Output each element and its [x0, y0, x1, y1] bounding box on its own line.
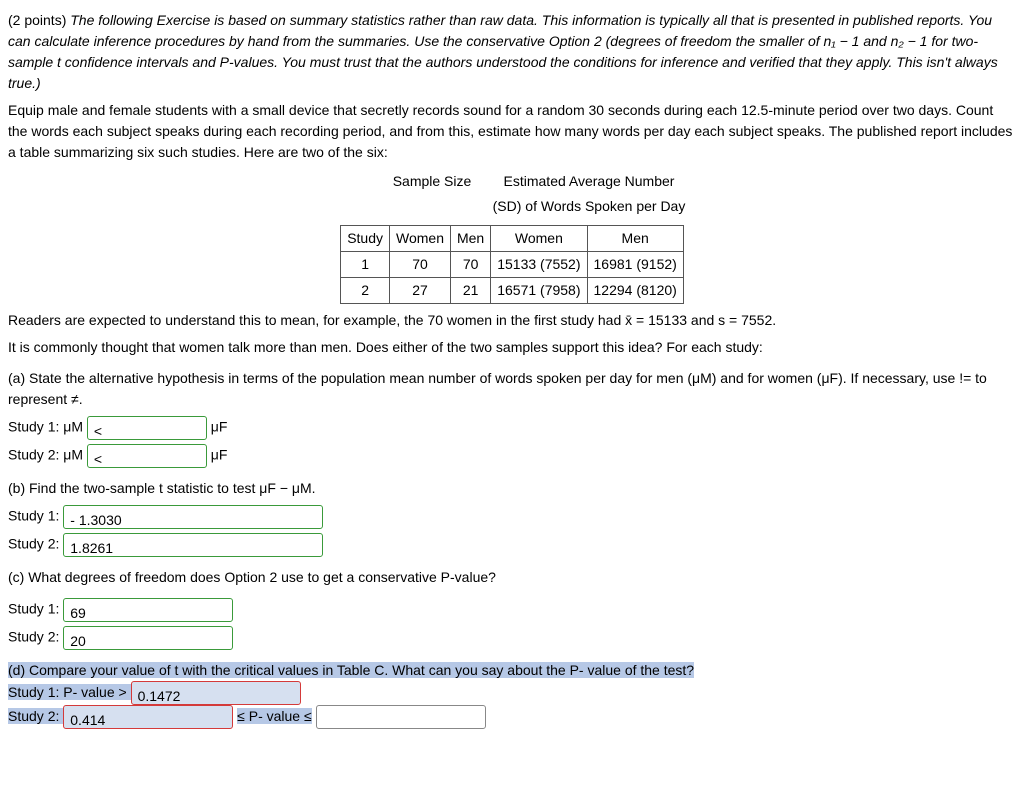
points-label: (2 points)	[8, 12, 66, 28]
study1-d-prefix: Study 1: P- value >	[8, 684, 127, 700]
col-men-stats: Men	[587, 226, 683, 252]
study1-a-input[interactable]: <	[87, 416, 207, 440]
header-est-avg: Estimated Average Number	[483, 169, 695, 194]
study2-b-input[interactable]: 1.8261	[63, 533, 323, 557]
studies-table: Study Women Men Women Men 1 70 70 15133 …	[340, 225, 684, 304]
study1-d-input[interactable]: 0.1472	[131, 681, 301, 705]
study1-b-input[interactable]: - 1.3030	[63, 505, 323, 529]
study1-a-suffix: μF	[211, 419, 228, 435]
study1-a-prefix: Study 1: μM	[8, 419, 83, 435]
header-sd-words: (SD) of Words Spoken per Day	[483, 194, 695, 219]
commonly-thought: It is commonly thought that women talk m…	[8, 337, 1016, 358]
study2-c-input[interactable]: 20	[63, 626, 233, 650]
study1-b-label: Study 1:	[8, 508, 59, 524]
header-sample-size: Sample Size	[381, 169, 483, 194]
study2-d-prefix: Study 2:	[8, 708, 59, 724]
table-row: 2 27 21 16571 (7958) 12294 (8120)	[341, 278, 684, 304]
study2-a-prefix: Study 2: μM	[8, 447, 83, 463]
study2-a-suffix: μF	[211, 447, 228, 463]
intro-paragraph: (2 points) The following Exercise is bas…	[8, 10, 1016, 94]
intro-text: The following Exercise is based on summa…	[8, 12, 998, 91]
readers-note: Readers are expected to understand this …	[8, 310, 1016, 331]
study2-d-mid: ≤ P- value ≤	[237, 708, 312, 724]
part-d-block: (d) Compare your value of t with the cri…	[8, 660, 1016, 729]
study2-a-input[interactable]: <	[87, 444, 207, 468]
setup-paragraph: Equip male and female students with a sm…	[8, 100, 1016, 163]
col-women-stats: Women	[491, 226, 587, 252]
study2-d-input2[interactable]	[316, 705, 486, 729]
table-row: 1 70 70 15133 (7552) 16981 (9152)	[341, 252, 684, 278]
part-a-prompt: (a) State the alternative hypothesis in …	[8, 368, 1016, 410]
table-top-headers: Sample Size Estimated Average Number (SD…	[329, 169, 695, 219]
study2-d-input1[interactable]: 0.414	[63, 705, 233, 729]
col-women-n: Women	[390, 226, 451, 252]
study2-c-label: Study 2:	[8, 629, 59, 645]
study1-c-label: Study 1:	[8, 601, 59, 617]
study1-c-input[interactable]: 69	[63, 598, 233, 622]
study2-b-label: Study 2:	[8, 536, 59, 552]
part-c-prompt: (c) What degrees of freedom does Option …	[8, 567, 1016, 588]
part-b-prompt: (b) Find the two-sample t statistic to t…	[8, 478, 1016, 499]
col-study: Study	[341, 226, 390, 252]
col-men-n: Men	[450, 226, 490, 252]
part-d-prompt: (d) Compare your value of t with the cri…	[8, 662, 694, 678]
